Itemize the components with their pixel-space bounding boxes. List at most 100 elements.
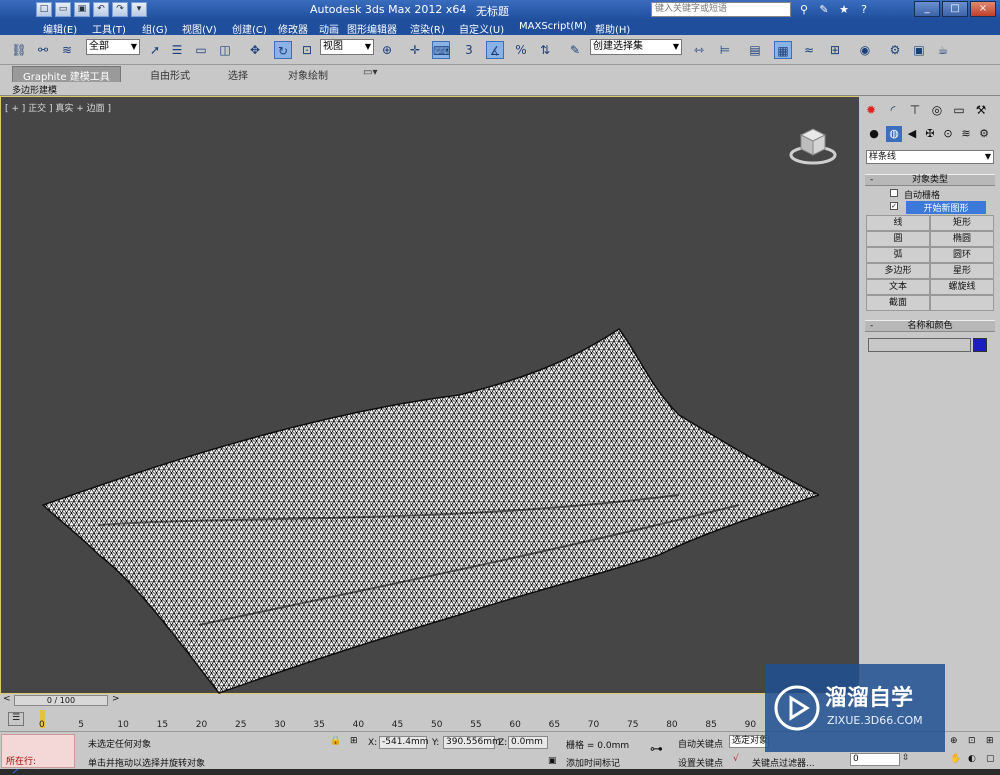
menu-tools[interactable]: 工具(T) [92,21,126,36]
menu-group[interactable]: 组(G) [142,21,168,36]
create-tab-icon[interactable]: ✹ [862,101,880,119]
unlink-icon[interactable]: ⚯ [34,41,52,59]
maxscript-listener[interactable]: 所在行: [1,734,75,768]
binoculars-icon[interactable]: ⚲ [796,2,812,17]
space-warps-icon[interactable]: ≋ [958,126,974,142]
menu-modifiers[interactable]: 修改器 [278,21,308,36]
display-tab-icon[interactable]: ▭ [950,101,968,119]
menu-rendering[interactable]: 渲染(R) [410,21,445,36]
select-object-icon[interactable]: ➚ [146,41,164,59]
systems-icon[interactable]: ⚙ [976,126,992,142]
tab-selection[interactable]: 选择 [228,67,248,82]
menu-create[interactable]: 创建(C) [232,21,267,36]
rotate-icon[interactable]: ↻ [274,41,292,59]
category-dropdown[interactable]: 样条线 ▼ [866,150,994,164]
mirror-icon[interactable]: ⇿ [690,41,708,59]
object-name-field[interactable] [868,338,971,352]
select-manipulate-icon[interactable]: ✛ [406,41,424,59]
geometry-icon[interactable]: ● [866,126,882,142]
render-setup-icon[interactable]: ⚙ [886,41,904,59]
menu-help[interactable]: 帮助(H) [595,21,630,36]
time-slider-thumb[interactable]: 0 / 100 [14,695,108,706]
move-icon[interactable]: ✥ [246,41,264,59]
line-button[interactable]: 线 [866,215,930,231]
auto-key-button[interactable]: 自动关键点 [678,737,723,750]
perspective-viewport[interactable]: [ + ] 正交 ] 真实 + 边面 ] [0,96,860,774]
reference-coord-dropdown[interactable]: 视图 ▼ [320,39,374,55]
tab-object-paint[interactable]: 对象绘制 [288,67,328,82]
viewcube[interactable] [787,125,839,165]
orbit-icon[interactable]: ◐ [968,754,976,764]
key-filter-icon[interactable]: √ [733,754,739,764]
ellipse-button[interactable]: 椭圆 [930,231,994,247]
zoom-extents-icon[interactable]: ⊡ [968,736,976,746]
bind-space-warp-icon[interactable]: ≋ [58,41,76,59]
key-mode-dropdown[interactable]: 选定对象 [729,735,769,748]
schematic-view-icon[interactable]: ⊞ [826,41,844,59]
lock-icon[interactable]: 🔒 [330,736,341,746]
angle-snap-icon[interactable]: ∡ [486,41,504,59]
scale-icon[interactable]: ⊡ [298,41,316,59]
pivot-center-icon[interactable]: ⊕ [378,41,396,59]
menu-maxscript[interactable]: MAXScript(M) [519,21,587,32]
rect-selection-icon[interactable]: ▭ [192,41,210,59]
minimize-button[interactable]: _ [914,1,940,17]
graphite-toggle-icon[interactable]: ▦ [774,41,792,59]
rendered-frame-window-icon[interactable]: ▣ [910,41,928,59]
ribbon-options-icon[interactable]: ▭▾ [363,67,377,78]
hierarchy-tab-icon[interactable]: ⊤ [906,101,924,119]
helpers-icon[interactable]: ⊙ [940,126,956,142]
helix-button[interactable]: 螺旋线 [930,279,994,295]
edit-named-selection-icon[interactable]: ✎ [566,41,584,59]
render-teapot-icon[interactable]: ☕ [934,41,952,59]
start-new-shape-button[interactable]: 开始新图形 [906,201,986,214]
lights-icon[interactable]: ◀ [904,126,920,142]
object-color-swatch[interactable] [973,338,987,352]
x-coordinate-field[interactable]: -541.4mm [379,736,429,749]
absolute-mode-icon[interactable]: ⊞ [350,736,358,746]
selection-filter-dropdown[interactable]: 全部 ▼ [86,39,140,55]
select-by-name-icon[interactable]: ☰ [168,41,186,59]
star-button[interactable]: 星形 [930,263,994,279]
z-coordinate-field[interactable]: 0.0mm [508,736,548,749]
rectangle-button[interactable]: 矩形 [930,215,994,231]
align-icon[interactable]: ⊨ [716,41,734,59]
section-button[interactable]: 截面 [866,295,930,311]
material-editor-icon[interactable]: ◉ [856,41,874,59]
window-crossing-icon[interactable]: ◫ [216,41,234,59]
search-input[interactable]: 键入关键字或短语 [651,2,791,17]
open-file-icon[interactable]: ▭ [55,2,71,17]
cameras-icon[interactable]: ✠ [922,126,938,142]
curve-editor-icon[interactable]: ≈ [800,41,818,59]
text-button[interactable]: 文本 [866,279,930,295]
donut-button[interactable]: 圆环 [930,247,994,263]
named-selection-dropdown[interactable]: 创建选择集 ▼ [590,39,682,55]
polygon-modeling-label[interactable]: 多边形建模 [12,83,57,96]
spinner-snap-icon[interactable]: ⇅ [536,41,554,59]
set-key-icon[interactable]: ⊶ [650,742,663,757]
undo-icon[interactable]: ↶ [93,2,109,17]
shapes-icon[interactable]: ◍ [886,126,902,142]
object-type-rollout[interactable]: - 对象类型 [865,174,995,186]
y-coordinate-field[interactable]: 390.556mm [443,736,501,749]
close-button[interactable]: × [970,1,996,17]
zoom-icon[interactable]: ⊕ [950,736,958,746]
keyboard-shortcut-override-icon[interactable]: ⌨ [432,41,450,59]
add-time-tag-button[interactable]: 添加时间标记 [566,756,620,769]
ngon-button[interactable]: 多边形 [866,263,930,279]
arc-button[interactable]: 弧 [866,247,930,263]
auto-grid-checkbox[interactable] [890,189,898,197]
save-file-icon[interactable]: ▣ [74,2,90,17]
pillow-mesh[interactable] [39,325,819,695]
tools-icon[interactable]: ✎ [816,2,832,17]
help-icon[interactable]: ? [856,2,872,17]
circle-button[interactable]: 圆 [866,231,930,247]
new-file-icon[interactable]: □ [36,2,52,17]
quick-access-dropdown-icon[interactable]: ▾ [131,2,147,17]
menu-animation[interactable]: 动画 [319,21,339,36]
utilities-tab-icon[interactable]: ⚒ [972,101,990,119]
menu-edit[interactable]: 编辑(E) [43,21,77,36]
redo-icon[interactable]: ↷ [112,2,128,17]
star-icon[interactable]: ★ [836,2,852,17]
tab-freeform[interactable]: 自由形式 [150,67,190,82]
